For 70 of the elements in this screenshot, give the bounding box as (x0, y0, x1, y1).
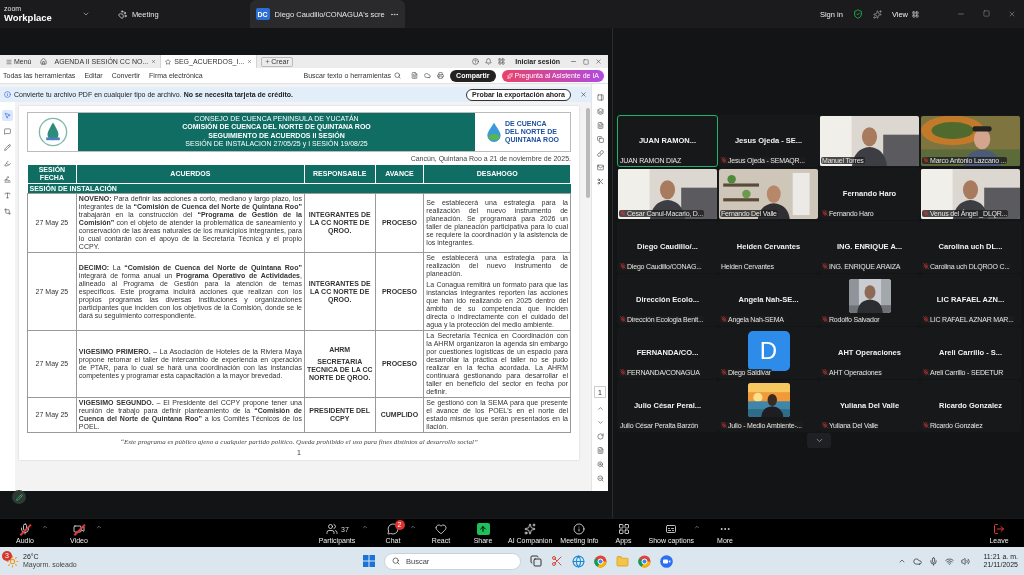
bell-icon[interactable] (485, 58, 493, 65)
tool-button[interactable] (2, 206, 13, 217)
page-tool-icon[interactable] (596, 419, 604, 426)
page-tool-icon[interactable] (596, 405, 604, 412)
plus-icon (265, 59, 271, 64)
tool-button[interactable] (2, 126, 13, 137)
snipping-icon[interactable] (551, 555, 563, 567)
close-icon[interactable] (247, 59, 253, 64)
apps-icon[interactable] (498, 58, 506, 65)
sidebar-tool-icon[interactable] (596, 94, 604, 101)
annotate-button[interactable] (12, 490, 26, 504)
tool-button[interactable] (2, 190, 13, 201)
minimize-icon[interactable] (957, 10, 965, 18)
tool-button[interactable] (2, 174, 13, 185)
minimize-icon[interactable] (570, 58, 577, 65)
menu-icon (6, 58, 12, 65)
help-icon[interactable] (472, 58, 480, 65)
folder-icon[interactable] (616, 554, 629, 568)
pencil-icon (15, 493, 23, 501)
star-icon (165, 58, 172, 65)
document-icon[interactable] (411, 72, 419, 79)
tool-button[interactable] (2, 158, 13, 169)
speaker-icon[interactable] (961, 556, 971, 566)
tool-button[interactable] (2, 142, 13, 153)
sidebar-tool-icon[interactable] (596, 150, 604, 157)
sparkle-icon[interactable] (872, 9, 882, 19)
sidebar-tool-icon[interactable] (596, 122, 604, 129)
page-tool-icon[interactable] (596, 461, 604, 468)
cloud-icon[interactable] (913, 556, 923, 566)
caret-icon[interactable] (410, 523, 416, 530)
page-tool-icon[interactable] (596, 433, 604, 440)
emblem-icon (38, 116, 68, 147)
sidebar-tool-icon[interactable] (596, 136, 604, 143)
page-tool-icon[interactable] (596, 475, 604, 482)
windows-icon[interactable] (363, 555, 375, 567)
caret-icon[interactable] (362, 523, 368, 530)
task-view-icon[interactable] (530, 555, 542, 567)
close-icon[interactable] (580, 91, 587, 98)
browser-icon[interactable] (594, 554, 607, 568)
paw-icon (117, 9, 127, 19)
search-icon (394, 72, 402, 79)
sidebar-tool-icon[interactable] (596, 164, 604, 171)
browser-icon[interactable] (638, 554, 651, 568)
tool-button[interactable] (2, 110, 13, 121)
browser-icon[interactable] (572, 554, 585, 568)
sidebar-tool-icon[interactable] (596, 108, 604, 115)
info-icon (4, 91, 11, 98)
cloud-icon[interactable] (424, 72, 432, 79)
sparkle-icon (506, 72, 513, 79)
drop-logo-icon (485, 120, 502, 143)
maximize-icon[interactable] (983, 10, 990, 17)
page-tool-icon[interactable] (596, 447, 604, 454)
caret-icon[interactable] (694, 523, 701, 530)
maximize-icon[interactable] (583, 58, 589, 65)
caret-icon[interactable] (96, 523, 102, 530)
close-icon[interactable] (595, 58, 602, 65)
video-app-icon[interactable] (660, 554, 673, 568)
participant-avatar: D (747, 330, 790, 371)
tray-caret-icon[interactable] (898, 557, 907, 565)
search-icon (392, 557, 400, 565)
shield-icon (852, 9, 863, 19)
mic-icon[interactable] (929, 556, 939, 566)
caret-icon[interactable] (42, 523, 48, 530)
grid-icon (912, 10, 919, 18)
sidebar-tool-icon[interactable] (596, 178, 604, 185)
printer-icon[interactable] (437, 72, 445, 79)
caret-icon[interactable] (81, 10, 90, 18)
wifi-icon[interactable] (945, 556, 955, 566)
close-icon[interactable] (1008, 10, 1016, 18)
close-icon[interactable] (151, 59, 157, 64)
